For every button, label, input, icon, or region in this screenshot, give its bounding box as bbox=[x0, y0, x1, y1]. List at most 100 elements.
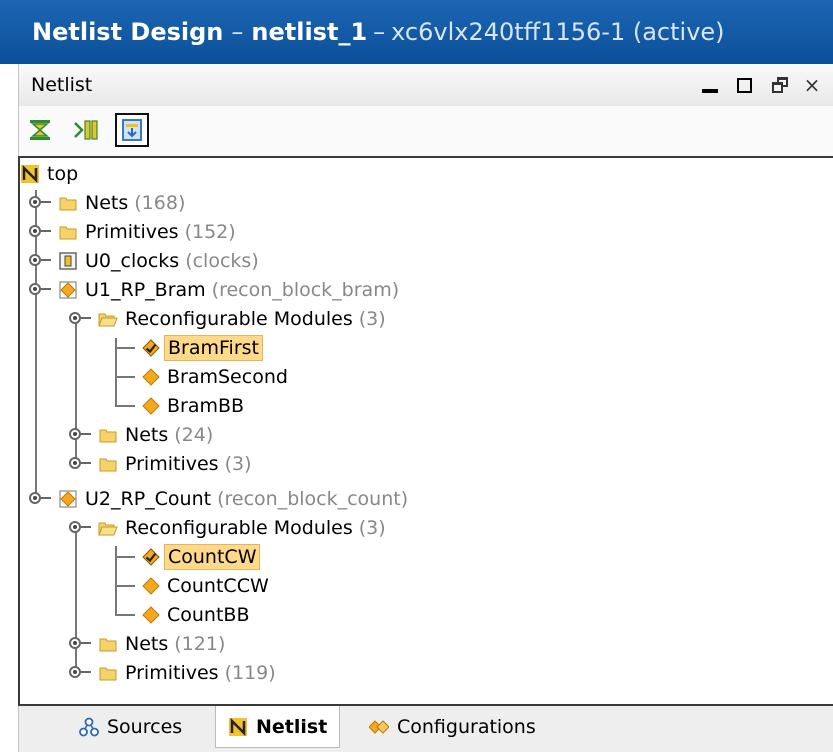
module-icon bbox=[141, 605, 161, 625]
show-hierarchy-icon bbox=[122, 119, 142, 141]
tree-node-nets[interactable]: Nets (168) bbox=[28, 188, 185, 217]
tree-node-u2-rp-count[interactable]: U2_RP_Count (recon_block_count) bbox=[28, 484, 408, 513]
tree-label: U1_RP_Bram bbox=[85, 278, 206, 301]
reconfigurable-partition-icon bbox=[58, 489, 78, 509]
title-separator: – bbox=[231, 18, 244, 46]
expand-toggle-icon[interactable] bbox=[28, 484, 54, 513]
tree-node-reconfigurable-modules[interactable]: Reconfigurable Modules (3) bbox=[68, 304, 386, 333]
folder-icon bbox=[98, 425, 118, 445]
folder-icon bbox=[98, 634, 118, 654]
close-button[interactable]: × bbox=[797, 70, 827, 100]
folder-icon bbox=[98, 663, 118, 683]
float-button[interactable] bbox=[765, 70, 795, 100]
close-icon: × bbox=[803, 73, 821, 97]
tree-node-top[interactable]: top bbox=[20, 159, 81, 188]
tree-label: CountCW bbox=[164, 543, 261, 570]
expand-toggle-icon[interactable] bbox=[28, 246, 54, 275]
tree-node-primitives[interactable]: Primitives (3) bbox=[68, 449, 251, 478]
tab-netlist[interactable]: Netlist bbox=[215, 706, 341, 748]
tab-sources[interactable]: Sources bbox=[69, 706, 192, 748]
tree-count: (168) bbox=[134, 191, 186, 214]
collapse-all-button[interactable] bbox=[23, 113, 57, 147]
collapse-all-icon bbox=[30, 120, 50, 140]
tree-label: BramSecond bbox=[167, 365, 288, 388]
tree-node-nets[interactable]: Nets (24) bbox=[68, 420, 213, 449]
configurations-icon bbox=[369, 717, 389, 737]
tree-count: (3) bbox=[358, 516, 386, 539]
expand-all-button[interactable] bbox=[69, 113, 103, 147]
tab-configurations[interactable]: Configurations bbox=[359, 706, 546, 748]
tab-label: Configurations bbox=[397, 716, 536, 738]
tree-node-brambb[interactable]: BramBB bbox=[115, 391, 247, 420]
tree-node-nets[interactable]: Nets (121) bbox=[68, 629, 225, 658]
tree-count: (3) bbox=[358, 307, 386, 330]
tree-node-primitives[interactable]: Primitives (152) bbox=[28, 217, 236, 246]
tree-count: (3) bbox=[224, 452, 252, 475]
module-icon bbox=[141, 396, 161, 416]
expand-toggle-icon[interactable] bbox=[68, 513, 94, 542]
tree-node-reconfigurable-modules[interactable]: Reconfigurable Modules (3) bbox=[68, 513, 386, 542]
tree-connector bbox=[115, 391, 137, 420]
black-box-cell-icon bbox=[58, 251, 78, 271]
tree-label: BramBB bbox=[167, 394, 245, 417]
title-device-status: xc6vlx240tff1156-1 (active) bbox=[391, 18, 725, 46]
active-module-icon bbox=[141, 547, 161, 567]
tree-node-countccw[interactable]: CountCCW bbox=[115, 571, 272, 600]
tree-label: Primitives bbox=[85, 220, 179, 243]
tree-connector bbox=[115, 362, 137, 391]
active-module-icon bbox=[141, 338, 161, 358]
expand-toggle-icon[interactable] bbox=[28, 217, 54, 246]
panel-title: Netlist bbox=[31, 74, 93, 96]
tree-label: Primitives bbox=[125, 661, 219, 684]
maximize-button[interactable] bbox=[729, 70, 759, 100]
netlist-root-icon bbox=[20, 164, 40, 184]
netlist-tree[interactable]: top Nets (168) Primitives (152) U0_clocks(… bbox=[18, 156, 833, 706]
expand-toggle-icon[interactable] bbox=[68, 658, 94, 687]
netlist-toolbar bbox=[18, 106, 833, 156]
expand-toggle-icon[interactable] bbox=[68, 420, 94, 449]
tree-label: top bbox=[47, 162, 79, 185]
reconfigurable-partition-icon bbox=[58, 280, 78, 300]
netlist-icon bbox=[228, 717, 248, 737]
tree-label: Nets bbox=[125, 423, 169, 446]
maximize-icon bbox=[736, 77, 752, 93]
tree-count: (121) bbox=[174, 632, 226, 655]
expand-all-icon bbox=[74, 120, 98, 140]
minimize-icon bbox=[702, 89, 718, 93]
show-hierarchy-button[interactable] bbox=[115, 113, 149, 147]
tree-node-countbb[interactable]: CountBB bbox=[115, 600, 253, 629]
tree-label: BramFirst bbox=[164, 334, 263, 361]
tree-label: U2_RP_Count bbox=[85, 487, 212, 510]
window-title-bar: Netlist Design – netlist_1 – xc6vlx240tf… bbox=[0, 0, 833, 64]
folder-icon bbox=[98, 454, 118, 474]
tree-count: (clocks) bbox=[185, 249, 259, 272]
title-prefix: Netlist Design bbox=[32, 18, 224, 46]
tree-label: U0_clocks bbox=[85, 249, 180, 272]
tree-label: Nets bbox=[85, 191, 129, 214]
float-window-icon bbox=[771, 76, 789, 94]
expand-toggle-icon[interactable] bbox=[68, 629, 94, 658]
tree-label: Reconfigurable Modules bbox=[125, 307, 353, 330]
netlist-panel-header: Netlist × bbox=[18, 64, 833, 106]
tree-node-u0-clocks[interactable]: U0_clocks (clocks) bbox=[28, 246, 259, 275]
tree-count: (recon_block_bram) bbox=[211, 278, 400, 301]
tree-node-bramfirst[interactable]: BramFirst bbox=[115, 333, 263, 362]
expand-toggle-icon[interactable] bbox=[28, 275, 54, 304]
tree-label: Nets bbox=[125, 632, 169, 655]
tree-connector bbox=[115, 333, 137, 362]
tree-node-bramsecond[interactable]: BramSecond bbox=[115, 362, 291, 391]
tree-count: (24) bbox=[174, 423, 214, 446]
tree-node-countcw[interactable]: CountCW bbox=[115, 542, 261, 571]
panel-window-buttons: × bbox=[695, 64, 827, 106]
tree-node-primitives[interactable]: Primitives (119) bbox=[68, 658, 276, 687]
tree-count: (152) bbox=[184, 220, 236, 243]
expand-toggle-icon[interactable] bbox=[68, 304, 94, 333]
title-design-name: netlist_1 bbox=[251, 18, 368, 46]
expand-toggle-icon[interactable] bbox=[68, 449, 94, 478]
tree-count: (recon_block_count) bbox=[217, 487, 409, 510]
expand-toggle-icon[interactable] bbox=[28, 188, 54, 217]
folder-icon bbox=[58, 193, 78, 213]
minimize-button[interactable] bbox=[695, 70, 725, 100]
tree-label: CountCCW bbox=[167, 574, 269, 597]
tree-node-u1-rp-bram[interactable]: U1_RP_Bram (recon_block_bram) bbox=[28, 275, 399, 304]
